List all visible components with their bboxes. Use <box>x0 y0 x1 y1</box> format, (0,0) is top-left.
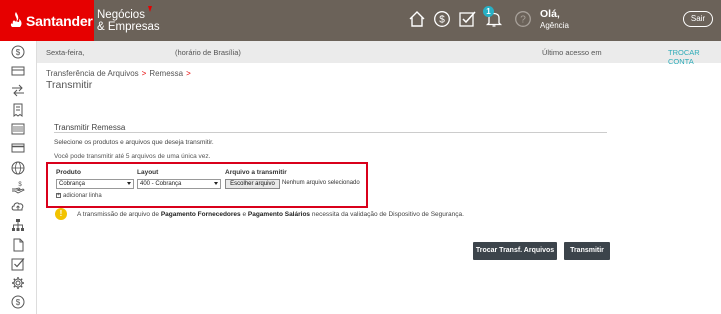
santander-flame-icon <box>10 12 22 27</box>
money-icon[interactable]: $ <box>433 10 451 28</box>
greeting-agency: Agência <box>540 21 569 30</box>
checklist-icon[interactable] <box>458 10 476 28</box>
brand-logo-area[interactable]: Santander <box>0 0 94 41</box>
layout-select-value: 400 - Cobrança <box>140 181 182 187</box>
chevron-down-icon <box>127 182 131 185</box>
last-access-label: Último acesso em <box>542 48 602 57</box>
money-icon[interactable]: $ <box>11 45 25 59</box>
notification-badge: 1 <box>483 6 494 17</box>
top-header: Santander Negócios & Empresas $ 1 ? Olá,… <box>0 0 721 41</box>
breadcrumb-separator: > <box>186 69 191 78</box>
left-sidebar: $ $ $ <box>0 41 37 314</box>
current-day: Sexta-feira, <box>46 48 85 57</box>
switch-file-transfer-button[interactable]: Trocar Transf. Arquivos <box>473 242 557 260</box>
warning-text-part: e <box>240 211 248 218</box>
logout-button[interactable]: Sair <box>683 11 713 27</box>
greeting-text: Olá, <box>540 8 560 20</box>
time-zone-label: (horário de Brasília) <box>175 48 241 57</box>
checklist-icon[interactable] <box>11 257 25 271</box>
globe-icon[interactable] <box>11 161 25 175</box>
product-select[interactable]: Cobrança <box>56 179 134 189</box>
brand-subtitle-line2: & Empresas <box>97 21 160 33</box>
warning-bold-suppliers: Pagamento Fornecedores <box>160 211 241 218</box>
form-instruction: Selecione os produtos e arquivos que des… <box>54 139 214 146</box>
switch-account-link[interactable]: TROCAR CONTA <box>668 48 721 66</box>
session-info-bar: Sexta-feira, (horário de Brasília) Últim… <box>37 41 721 66</box>
plus-icon: + <box>56 192 61 198</box>
gear-icon[interactable] <box>11 276 25 290</box>
breadcrumb-transferencia[interactable]: Transferência de Arquivos <box>46 69 139 78</box>
breadcrumb: Transferência de Arquivos > Remessa > <box>46 69 194 78</box>
warning-text-part: A transmissão de arquivo de <box>77 211 161 218</box>
security-warning-text: A transmissão de arquivo de Pagamento Fo… <box>77 211 464 218</box>
card-icon[interactable] <box>11 64 25 78</box>
svg-text:$: $ <box>16 298 21 307</box>
svg-text:$: $ <box>439 15 445 26</box>
brand-accent-icon <box>148 6 152 12</box>
document-icon[interactable] <box>11 238 25 252</box>
chevron-down-icon <box>214 182 218 185</box>
brand-name: Santander <box>26 13 93 29</box>
warning-text-part: necessita da validação de Dispositivo de… <box>310 211 464 218</box>
page-title: Transmitir <box>46 79 93 91</box>
barcode-icon[interactable] <box>11 122 25 136</box>
transmit-button[interactable]: Transmitir <box>564 242 610 260</box>
file-column-label: Arquivo a transmitir <box>225 169 287 176</box>
help-icon[interactable]: ? <box>514 10 532 28</box>
layout-select[interactable]: 400 - Cobrança <box>137 179 221 189</box>
warning-icon: ! <box>55 208 67 220</box>
file-limit-note: Você pode transmitir até 5 arquivos de u… <box>54 153 211 160</box>
org-chart-icon[interactable] <box>11 218 25 232</box>
choose-file-button[interactable]: Escolher arquivo <box>225 179 280 189</box>
add-line-label: adicionar linha <box>63 193 102 200</box>
svg-text:?: ? <box>520 15 526 26</box>
card-icon[interactable] <box>11 141 25 155</box>
money-icon[interactable]: $ <box>11 295 25 309</box>
product-select-value: Cobrança <box>59 181 86 187</box>
user-greeting: Olá, Agência <box>540 9 569 31</box>
warning-bold-salaries: Pagamento Salários <box>247 211 311 218</box>
file-status-text: Nenhum arquivo selecionado <box>282 180 360 186</box>
breadcrumb-remessa[interactable]: Remessa <box>149 69 183 78</box>
transfer-icon[interactable] <box>11 83 25 97</box>
section-divider <box>54 132 607 133</box>
hand-money-icon[interactable]: $ <box>11 180 25 194</box>
breadcrumb-separator: > <box>141 69 147 78</box>
section-title: Transmitir Remessa <box>54 123 126 132</box>
home-icon[interactable] <box>408 10 426 28</box>
layout-column-label: Layout <box>137 169 159 176</box>
add-line-link[interactable]: + adicionar linha <box>56 193 102 199</box>
cloud-upload-icon[interactable] <box>11 199 25 213</box>
product-column-label: Produto <box>56 169 81 176</box>
receipt-icon[interactable] <box>11 103 25 117</box>
svg-text:$: $ <box>18 182 22 188</box>
svg-text:$: $ <box>16 48 21 57</box>
